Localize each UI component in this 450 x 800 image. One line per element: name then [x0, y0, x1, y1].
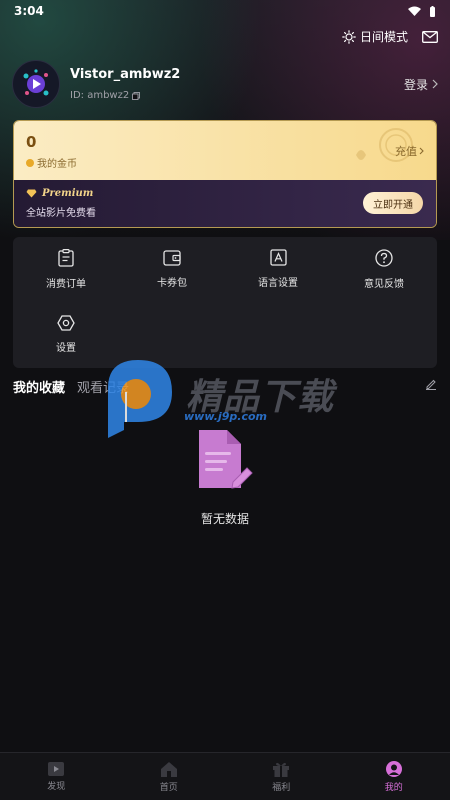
nav-item-home[interactable]: 首页	[113, 753, 226, 800]
premium-section[interactable]: Premium 全站影片免费看 立即开通	[14, 180, 436, 227]
bottom-nav: 发现 首页 福利 我的	[0, 752, 450, 800]
user-id-row: ID: ambwz2	[70, 90, 404, 101]
empty-state: 暂无数据	[0, 428, 450, 527]
menu-item-language[interactable]: 语言设置	[225, 249, 331, 289]
tab-favorites[interactable]: 我的收藏	[13, 377, 65, 396]
recharge-button[interactable]: 充值	[395, 143, 424, 159]
login-label: 登录	[403, 77, 428, 92]
top-actions: 日间模式	[342, 28, 438, 45]
status-bar: 3:04	[0, 0, 450, 22]
day-mode-toggle[interactable]: 日间模式	[342, 28, 408, 45]
nav-item-mine[interactable]: 我的	[338, 753, 450, 800]
profile-info: Vistor_ambwz2 ID: ambwz2	[70, 67, 404, 101]
chevron-right-icon	[432, 79, 438, 89]
menu-item-label: 卡券包	[157, 278, 187, 289]
menu-item-orders[interactable]: 消费订单	[13, 249, 119, 290]
edit-icon[interactable]	[425, 378, 437, 390]
language-icon	[269, 249, 287, 266]
sun-icon	[342, 29, 356, 44]
open-premium-button[interactable]: 立即开通	[363, 192, 423, 214]
login-link[interactable]: 登录	[404, 76, 438, 93]
nav-label: 福利	[272, 782, 291, 793]
app-logo-icon	[23, 69, 49, 96]
menu-item-label: 语言设置	[258, 278, 298, 289]
coin-section[interactable]: 0 我的金币 充值	[14, 121, 436, 180]
coin-card: 0 我的金币 充值 Premium 全站影片免费看 立即开通	[13, 120, 437, 228]
mail-icon[interactable]	[422, 30, 438, 43]
chevron-right-icon	[419, 147, 424, 155]
question-icon	[375, 249, 393, 267]
profile-section: Vistor_ambwz2 ID: ambwz2 登录	[12, 58, 438, 110]
recharge-label: 充值	[395, 145, 417, 158]
home-icon	[160, 761, 177, 777]
day-mode-label: 日间模式	[359, 30, 408, 44]
clipboard-icon	[58, 249, 74, 267]
settings-icon	[57, 315, 75, 331]
coin-label: 我的金币	[37, 159, 77, 170]
menu-item-settings[interactable]: 设置	[13, 315, 119, 354]
empty-document-icon	[199, 430, 253, 489]
username: Vistor_ambwz2	[70, 67, 181, 82]
wifi-icon	[408, 6, 421, 16]
status-time: 3:04	[14, 4, 44, 18]
menu-item-label: 意见反馈	[364, 279, 404, 290]
premium-title: Premium	[42, 188, 94, 199]
menu-item-coupons[interactable]: 卡券包	[119, 249, 225, 289]
coin-icon	[26, 158, 34, 167]
battery-icon	[430, 5, 435, 17]
nav-item-discover[interactable]: 发现	[0, 753, 113, 800]
menu-grid: 消费订单 卡券包 语言设置 意见反馈 设置	[13, 237, 437, 368]
profile-icon	[385, 761, 402, 777]
nav-item-welfare[interactable]: 福利	[225, 753, 338, 800]
user-id: ID: ambwz2	[70, 90, 130, 101]
watermark-url: www.j9p.com	[184, 410, 267, 423]
nav-label: 我的	[384, 783, 403, 793]
avatar[interactable]	[12, 60, 60, 108]
diamond-icon	[26, 189, 37, 198]
discover-icon	[48, 762, 65, 776]
wallet-icon	[163, 250, 181, 266]
copy-icon[interactable]	[132, 91, 141, 100]
menu-item-label: 设置	[56, 343, 76, 354]
gift-icon	[273, 762, 290, 777]
empty-state-text: 暂无数据	[200, 512, 249, 526]
menu-item-feedback[interactable]: 意见反馈	[331, 249, 437, 290]
nav-label: 发现	[47, 782, 66, 792]
menu-item-label: 消费订单	[46, 279, 86, 290]
status-icons	[408, 5, 436, 17]
nav-label: 首页	[159, 782, 178, 793]
